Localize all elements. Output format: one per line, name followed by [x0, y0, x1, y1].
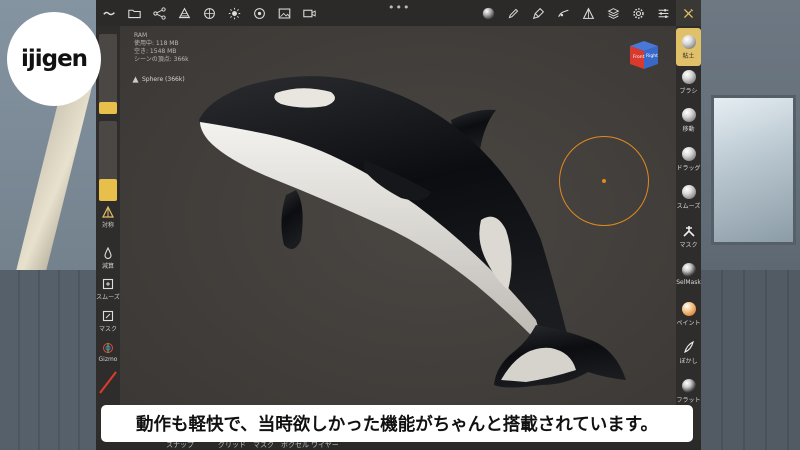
- mask-brush-icon: [682, 226, 695, 237]
- view-cube[interactable]: Front Right: [626, 38, 662, 72]
- logo-text: ijigen: [20, 46, 88, 72]
- 3d-viewport[interactable]: [96, 26, 701, 450]
- symmetry-button[interactable]: 対称: [96, 206, 120, 229]
- tool-label: フラット: [676, 397, 701, 404]
- material-icon[interactable]: [247, 0, 272, 26]
- tool-label: 粘土: [682, 52, 695, 60]
- tools-icon[interactable]: [676, 0, 701, 26]
- tool-move[interactable]: 移動: [676, 108, 701, 133]
- scene-object-label: Sphere (366k): [142, 76, 185, 83]
- left-toolbar: 対称 減算 スムーズ マスク Gizmo: [96, 26, 120, 450]
- tool-flatten[interactable]: フラット: [676, 379, 701, 404]
- paint-brush-icon[interactable]: [526, 0, 551, 26]
- tool-label: スムーズ: [676, 203, 701, 210]
- paint-brush-icon: [681, 302, 696, 316]
- background-floor-right: [701, 270, 800, 450]
- symmetry-label: 対称: [101, 222, 114, 229]
- subtitle-text: 動作も軽快で、当時欲しかった機能がちゃんと搭載されています。: [135, 415, 659, 435]
- radius-slider[interactable]: [99, 34, 117, 114]
- ram-used: 使用中: 118 MB: [134, 40, 179, 47]
- pen-icon[interactable]: [501, 0, 526, 26]
- subtract-button[interactable]: 減算: [96, 247, 120, 270]
- stroke-line-icon[interactable]: [98, 369, 118, 395]
- gizmo-button[interactable]: Gizmo: [96, 342, 120, 363]
- tool-clay[interactable]: 粘土: [676, 28, 701, 66]
- gear-icon[interactable]: [626, 0, 651, 26]
- more-menu[interactable]: •••: [388, 1, 410, 14]
- channel-logo: ijigen: [7, 12, 101, 106]
- smooth-label: スムーズ: [96, 294, 120, 301]
- radius-fill: [99, 102, 117, 114]
- intensity-fill: [99, 178, 117, 201]
- viewcube-right-label: Right: [646, 53, 658, 59]
- move-brush-icon: [681, 108, 696, 122]
- sphere-material-icon[interactable]: [476, 0, 501, 26]
- viewcube-front-label: Front: [633, 54, 645, 60]
- folder-icon[interactable]: [122, 0, 147, 26]
- symmetry-icon: [102, 206, 114, 218]
- tool-drag[interactable]: ドラッグ: [676, 147, 701, 172]
- layers-icon[interactable]: [601, 0, 626, 26]
- flatten-brush-icon: [681, 379, 696, 393]
- ram-label: RAM: [134, 32, 148, 39]
- tool-label: ぼかし: [679, 358, 698, 365]
- video-icon[interactable]: [297, 0, 322, 26]
- smooth-icon: [102, 278, 114, 290]
- subtract-label: 減算: [101, 263, 114, 270]
- mesh-triangle-icon: [132, 76, 139, 83]
- smooth-brush-icon: [681, 185, 696, 199]
- tool-smooth[interactable]: スムーズ: [676, 185, 701, 210]
- image-icon[interactable]: [272, 0, 297, 26]
- tool-label: マスク: [679, 242, 698, 249]
- selmask-brush-icon: [681, 263, 696, 277]
- tool-blur[interactable]: ぼかし: [676, 340, 701, 365]
- shapes-icon[interactable]: [551, 0, 576, 26]
- tool-selmask[interactable]: SelMask: [676, 263, 701, 286]
- menu-wave-icon[interactable]: [97, 0, 122, 26]
- mask-toggle[interactable]: マスク: [96, 310, 120, 333]
- tool-label: ブラシ: [679, 88, 698, 95]
- smooth-toggle[interactable]: スムーズ: [96, 278, 120, 301]
- scene-object-item[interactable]: Sphere (366k): [132, 76, 185, 83]
- sliders-icon[interactable]: [651, 0, 676, 26]
- gizmo-label: Gizmo: [98, 356, 118, 363]
- tool-label: SelMask: [676, 279, 701, 286]
- clay-brush-icon: [681, 34, 696, 49]
- drag-brush-icon: [681, 147, 696, 161]
- share-icon[interactable]: [147, 0, 172, 26]
- tool-label: 移動: [682, 126, 695, 133]
- topology-icon[interactable]: [576, 0, 601, 26]
- brush-cursor-center: [602, 179, 606, 183]
- tool-brush[interactable]: ブラシ: [676, 70, 701, 95]
- globe-icon[interactable]: [197, 0, 222, 26]
- tool-label: ドラッグ: [676, 165, 701, 172]
- intensity-slider[interactable]: [99, 121, 117, 201]
- mask-icon: [102, 310, 114, 322]
- tool-paint[interactable]: ペイント: [676, 302, 701, 327]
- scene-tree-icon[interactable]: [172, 0, 197, 26]
- top-toolbar: •••: [96, 0, 701, 26]
- stats-overlay: RAM 使用中: 118 MB 空き: 1548 MB シーンの頂点: 366k: [134, 32, 189, 64]
- ram-free: 空き: 1548 MB: [134, 48, 177, 55]
- background-right: [701, 0, 800, 450]
- tool-mask[interactable]: マスク: [676, 224, 701, 249]
- brush-brush-icon: [681, 70, 696, 84]
- sun-icon[interactable]: [222, 0, 247, 26]
- background-window: [711, 95, 796, 245]
- background-floor: [0, 270, 96, 450]
- blur-brush-icon: [683, 340, 694, 353]
- droplet-icon: [104, 247, 112, 259]
- tool-label: ペイント: [676, 320, 701, 327]
- right-toolbar: 粘土ブラシ移動ドラッグスムーズマスク SelMask ペイントぼかしフラット: [676, 26, 701, 450]
- mask-label: マスク: [98, 326, 117, 333]
- gizmo-icon: [103, 343, 113, 353]
- scene-vertices: シーンの頂点: 366k: [134, 56, 189, 63]
- subtitle-caption: 動作も軽快で、当時欲しかった機能がちゃんと搭載されています。: [101, 405, 693, 442]
